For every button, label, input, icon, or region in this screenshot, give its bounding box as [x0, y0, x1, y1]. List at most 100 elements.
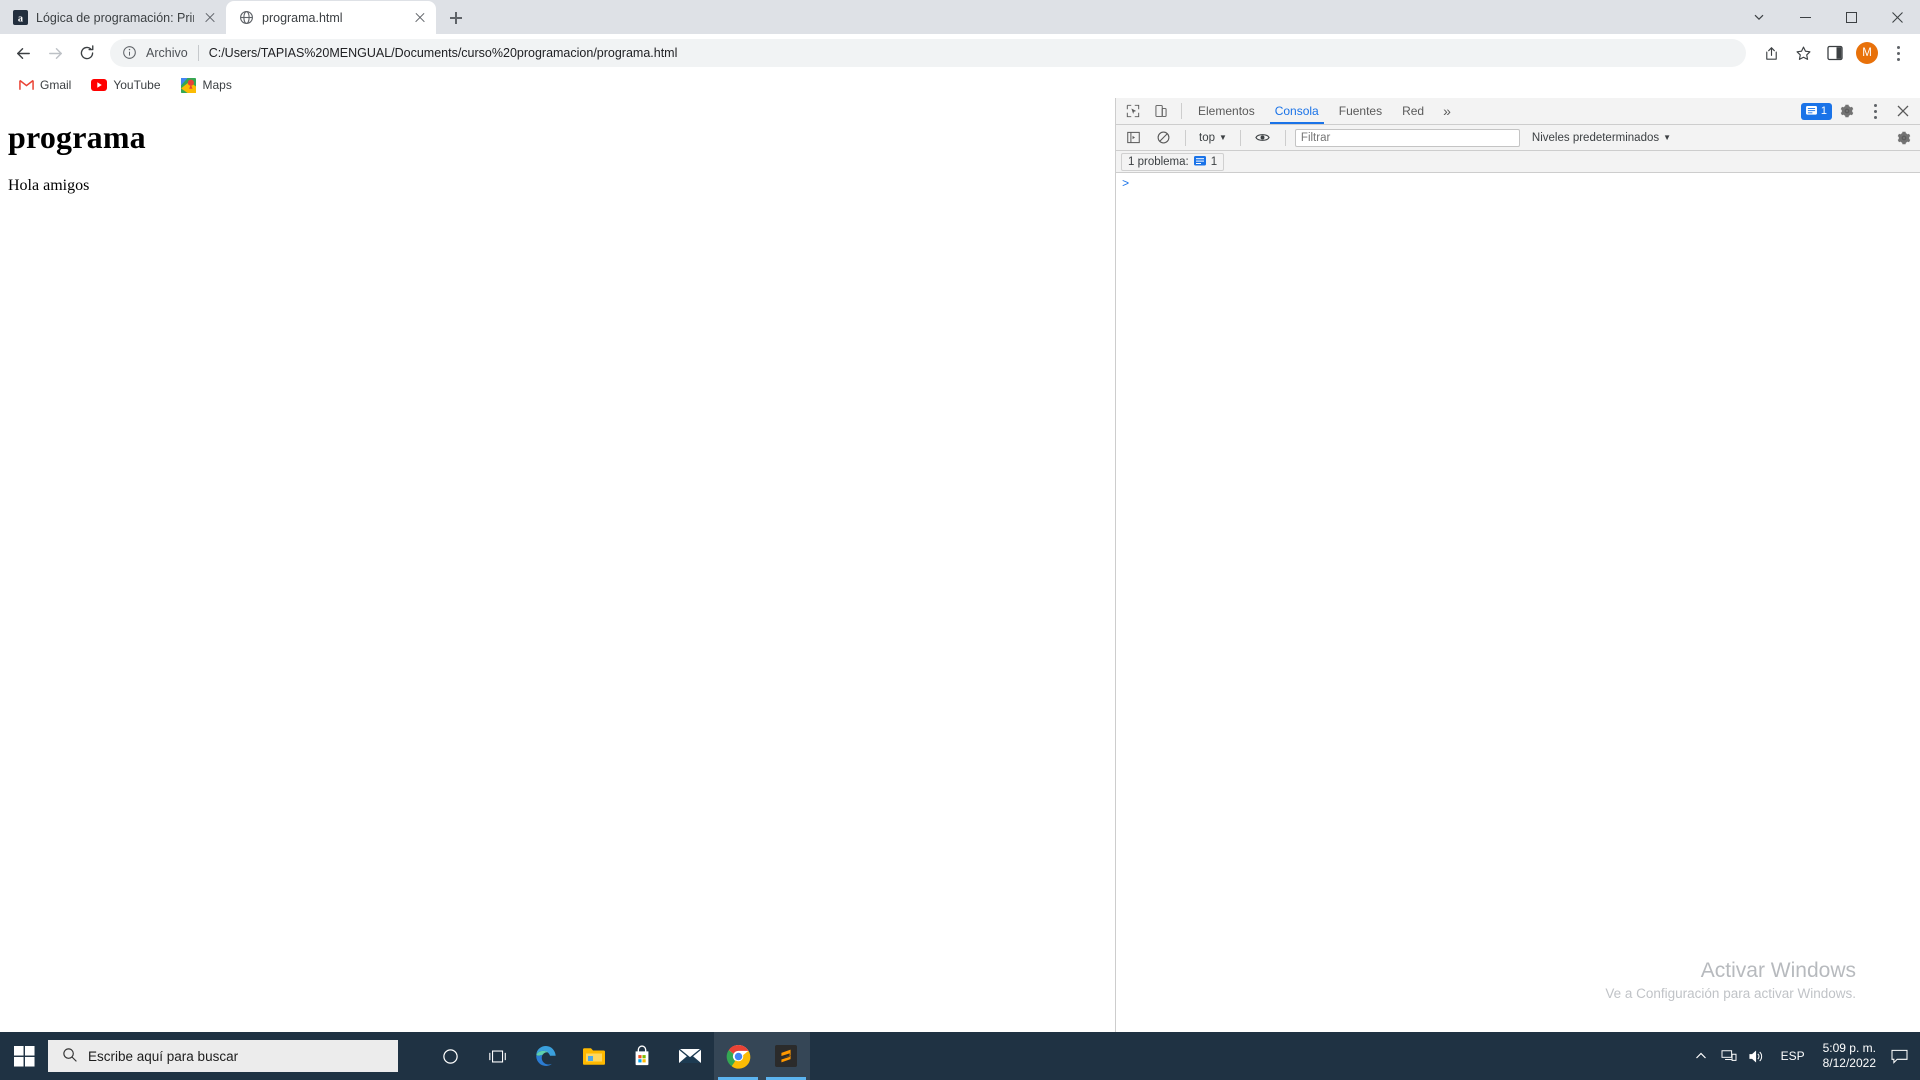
tab-label: Elementos: [1198, 104, 1255, 118]
address-bar[interactable]: Archivo C:/Users/TAPIAS%20MENGUAL/Docume…: [110, 39, 1746, 67]
cortana-icon[interactable]: [426, 1032, 474, 1080]
clock[interactable]: 5:09 p. m. 8/12/2022: [1815, 1041, 1884, 1071]
inspect-element-icon[interactable]: [1120, 99, 1146, 123]
svg-text:a: a: [17, 13, 22, 24]
divider: [1239, 129, 1241, 146]
prompt-caret-icon: >: [1122, 177, 1130, 191]
globe-icon: [238, 10, 254, 26]
browser-tab-2-title: programa.html: [262, 10, 343, 25]
microsoft-store-icon[interactable]: [618, 1032, 666, 1080]
page-title: programa: [8, 119, 146, 155]
address-bar-url: C:/Users/TAPIAS%20MENGUAL/Documents/curs…: [208, 46, 678, 60]
windows-taskbar: Escribe aquí para buscar ESP 5:09 p. m. …: [0, 1032, 1920, 1080]
maps-icon: [181, 77, 197, 93]
sublime-text-icon[interactable]: [762, 1032, 810, 1080]
browser-tab-1-title: Lógica de programación: Primero: [36, 10, 194, 25]
gear-icon[interactable]: [1834, 99, 1860, 123]
language-indicator[interactable]: ESP: [1771, 1049, 1815, 1063]
problems-button[interactable]: 1 problema: 1: [1121, 152, 1225, 171]
tab-strip: a Lógica de programación: Primero progra…: [0, 0, 1920, 34]
issues-counter[interactable]: 1: [1800, 102, 1832, 120]
chrome-browser-window: a Lógica de programación: Primero progra…: [0, 0, 1920, 1032]
kebab-menu-icon[interactable]: [1862, 99, 1888, 123]
bookmark-label: YouTube: [113, 78, 161, 92]
tab-consola[interactable]: Consola: [1266, 98, 1328, 124]
maximize-icon[interactable]: [1828, 1, 1874, 33]
browser-toolbar: Archivo C:/Users/TAPIAS%20MENGUAL/Docume…: [0, 34, 1920, 72]
console-settings-gear-icon[interactable]: [1892, 127, 1916, 149]
divider: [1284, 129, 1286, 146]
context-selector[interactable]: top ▼: [1195, 132, 1231, 144]
profile-initial: M: [1856, 42, 1878, 64]
tab-fuentes[interactable]: Fuentes: [1330, 98, 1391, 124]
watermark-title: Activar Windows: [1700, 959, 1856, 982]
forward-arrow-icon: [40, 38, 70, 68]
tab-label: Consola: [1274, 104, 1319, 118]
close-icon[interactable]: [202, 10, 218, 26]
watermark-subtitle: Ve a Configuración para activar Windows.: [1605, 986, 1856, 1001]
show-hidden-icons-icon[interactable]: [1687, 1032, 1715, 1080]
page-paragraph: Hola amigos: [8, 177, 90, 194]
windows-start-icon[interactable]: [0, 1032, 48, 1080]
divider: [1181, 103, 1182, 119]
system-tray: ESP 5:09 p. m. 8/12/2022: [1687, 1032, 1920, 1080]
tab-search-icon[interactable]: [1736, 1, 1782, 33]
device-toolbar-icon[interactable]: [1148, 99, 1174, 123]
close-icon[interactable]: [1890, 99, 1916, 123]
chrome-icon[interactable]: [714, 1032, 762, 1080]
info-circle-icon[interactable]: [122, 45, 138, 61]
file-explorer-icon[interactable]: [570, 1032, 618, 1080]
action-center-icon[interactable]: [1884, 1032, 1914, 1080]
issues-count: 1: [1820, 105, 1827, 117]
log-levels-selector[interactable]: Niveles predeterminados ▼: [1532, 132, 1671, 144]
browser-viewport: programa Hola amigos Elementos Consola F…: [0, 98, 1920, 1032]
amazon-icon: a: [12, 10, 28, 26]
tab-label: Red: [1402, 104, 1425, 118]
bookmark-gmail[interactable]: Gmail: [10, 74, 79, 96]
console-toolbar: top ▼ Niveles predeterminados ▼: [1116, 125, 1920, 151]
tab-elementos[interactable]: Elementos: [1189, 98, 1264, 124]
live-expression-icon[interactable]: [1250, 126, 1276, 150]
console-prompt[interactable]: >: [1116, 173, 1920, 195]
close-icon[interactable]: [412, 10, 428, 26]
task-view-icon[interactable]: [474, 1032, 522, 1080]
more-tabs-icon[interactable]: »: [1435, 103, 1459, 119]
network-icon[interactable]: [1715, 1032, 1743, 1080]
console-output[interactable]: > Activar Windows Ve a Configuración par…: [1116, 173, 1920, 1032]
search-input[interactable]: Escribe aquí para buscar: [48, 1040, 398, 1072]
issue-message-icon: [1805, 106, 1817, 115]
volume-icon[interactable]: [1743, 1032, 1771, 1080]
screen: a Lógica de programación: Primero progra…: [0, 0, 1920, 1080]
back-arrow-icon[interactable]: [8, 38, 38, 68]
console-sidebar-icon[interactable]: [1120, 126, 1146, 150]
new-tab-button[interactable]: [442, 4, 470, 32]
side-panel-icon[interactable]: [1820, 38, 1850, 68]
bookmark-youtube[interactable]: YouTube: [83, 74, 168, 96]
problems-label: 1 problema:: [1128, 155, 1189, 168]
web-page-content: programa Hola amigos: [0, 98, 1115, 1032]
address-bar-scheme: Archivo: [146, 46, 188, 60]
share-icon[interactable]: [1756, 38, 1786, 68]
minimize-icon[interactable]: [1782, 1, 1828, 33]
issue-message-icon: [1193, 156, 1206, 166]
avatar[interactable]: M: [1852, 38, 1882, 68]
divider: [1185, 129, 1186, 146]
browser-tab-2[interactable]: programa.html: [226, 1, 436, 34]
more-tabs-label: »: [1443, 103, 1451, 119]
star-icon[interactable]: [1788, 38, 1818, 68]
kebab-menu-icon[interactable]: [1884, 38, 1912, 68]
clear-console-icon[interactable]: [1150, 126, 1176, 150]
bookmark-label: Gmail: [40, 78, 72, 92]
context-selector-value: top: [1199, 131, 1215, 144]
reload-icon[interactable]: [72, 38, 102, 68]
bookmark-maps[interactable]: Maps: [173, 74, 240, 96]
filter-input[interactable]: [1294, 128, 1520, 147]
gmail-icon: [18, 77, 34, 93]
close-icon[interactable]: [1874, 1, 1920, 33]
browser-tab-1[interactable]: a Lógica de programación: Primero: [0, 1, 226, 34]
devtools-tab-bar-actions: 1: [1800, 99, 1920, 123]
taskbar-apps: [426, 1032, 810, 1080]
tab-red[interactable]: Red: [1393, 98, 1433, 124]
mail-icon[interactable]: [666, 1032, 714, 1080]
edge-icon[interactable]: [522, 1032, 570, 1080]
